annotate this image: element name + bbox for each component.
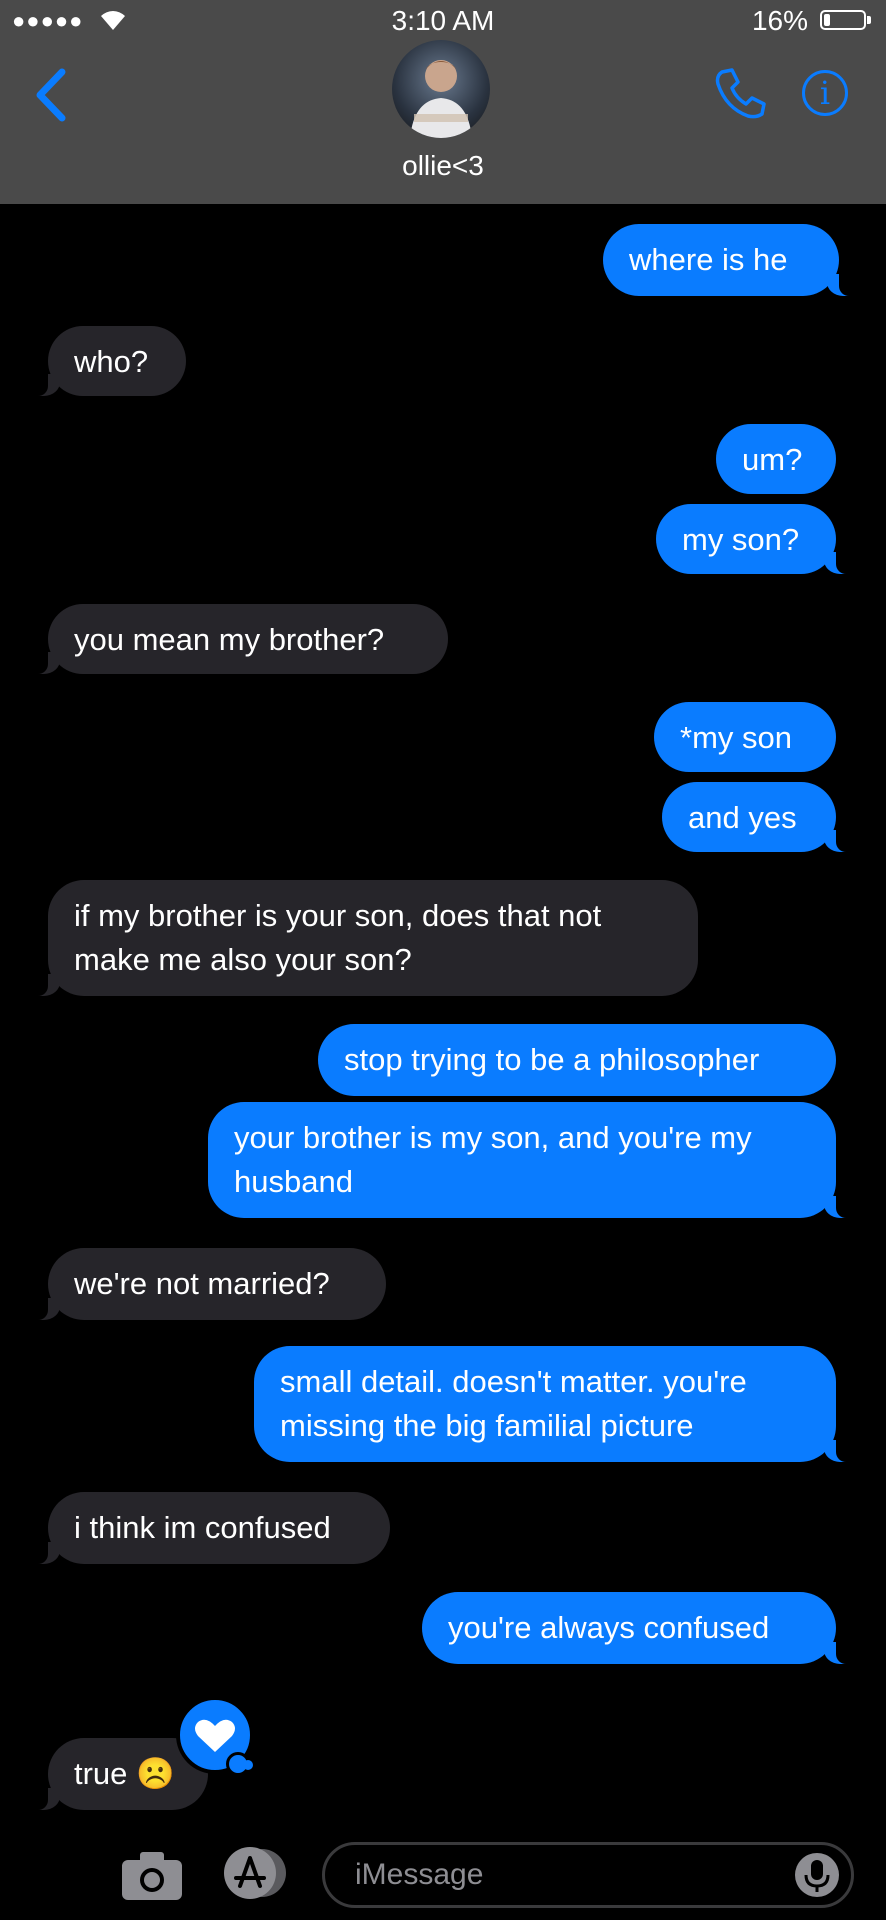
sent-message-bubble[interactable]: small detail. doesn't matter. you're mis… xyxy=(254,1346,862,1462)
chevron-left-icon xyxy=(36,68,66,122)
camera-icon xyxy=(122,1852,182,1900)
app-store-icon xyxy=(224,1847,286,1899)
info-icon: i xyxy=(819,74,831,112)
contact-name[interactable]: ollie<3 xyxy=(0,150,886,182)
info-button[interactable]: i xyxy=(802,70,848,116)
message-text: stop trying to be a philosopher xyxy=(344,1042,760,1077)
conversation-header: ollie<3 i xyxy=(0,40,886,204)
battery-icon xyxy=(820,10,871,30)
back-button[interactable] xyxy=(26,60,76,130)
message-text: true ☹️ xyxy=(74,1756,175,1791)
dictation-button[interactable] xyxy=(795,1853,839,1897)
received-message-bubble[interactable]: you mean my brother? xyxy=(22,604,448,674)
microphone-icon xyxy=(804,1860,830,1892)
message-input[interactable]: iMessage xyxy=(322,1842,854,1908)
apps-button[interactable] xyxy=(220,1846,292,1900)
sent-message-bubble[interactable]: and yes xyxy=(662,782,862,852)
message-text: i think im confused xyxy=(74,1510,331,1545)
message-text: who? xyxy=(74,344,149,379)
message-text: my son? xyxy=(682,522,800,557)
message-text: you're always confused xyxy=(448,1610,770,1645)
message-text: you mean my brother? xyxy=(74,622,385,657)
contact-photo xyxy=(410,60,472,138)
battery-percent: 16% xyxy=(751,5,808,36)
avatar[interactable] xyxy=(392,40,490,138)
sent-message-bubble[interactable]: my son? xyxy=(656,504,862,574)
received-message-bubble[interactable]: if my brother is your son, does that not… xyxy=(22,880,698,996)
message-text: if my brother is your son, does that not… xyxy=(74,898,602,977)
message-text: small detail. doesn't matter. you're mis… xyxy=(280,1364,747,1443)
received-message-bubble[interactable]: we're not married? xyxy=(22,1248,386,1320)
sent-message-bubble[interactable]: um? xyxy=(716,424,836,494)
message-text: um? xyxy=(742,442,803,477)
message-text: *my son xyxy=(680,720,792,755)
sent-message-bubble[interactable]: stop trying to be a philosopher xyxy=(318,1024,836,1096)
camera-button[interactable] xyxy=(120,1848,184,1902)
sent-message-bubble[interactable]: you're always confused xyxy=(422,1592,862,1664)
input-bar: iMessage xyxy=(0,1830,886,1920)
received-message-bubble[interactable]: who? xyxy=(22,326,186,396)
message-text: we're not married? xyxy=(74,1266,330,1301)
sent-message-bubble[interactable]: your brother is my son, and you're my hu… xyxy=(208,1102,862,1218)
phone-icon xyxy=(715,68,766,119)
message-text: and yes xyxy=(688,800,797,835)
status-bar: ●●●●● 3:10 AM 16% xyxy=(0,0,886,40)
message-text: where is he xyxy=(629,242,788,277)
received-message-bubble[interactable]: i think im confused xyxy=(22,1492,390,1564)
sent-message-bubble[interactable]: *my son xyxy=(654,702,836,772)
message-text: your brother is my son, and you're my hu… xyxy=(234,1120,752,1199)
sent-message-bubble[interactable]: where is he xyxy=(603,224,865,296)
call-button[interactable] xyxy=(712,64,770,122)
message-input-placeholder: iMessage xyxy=(355,1858,484,1891)
reaction-bubble-tail-small xyxy=(243,1760,253,1770)
